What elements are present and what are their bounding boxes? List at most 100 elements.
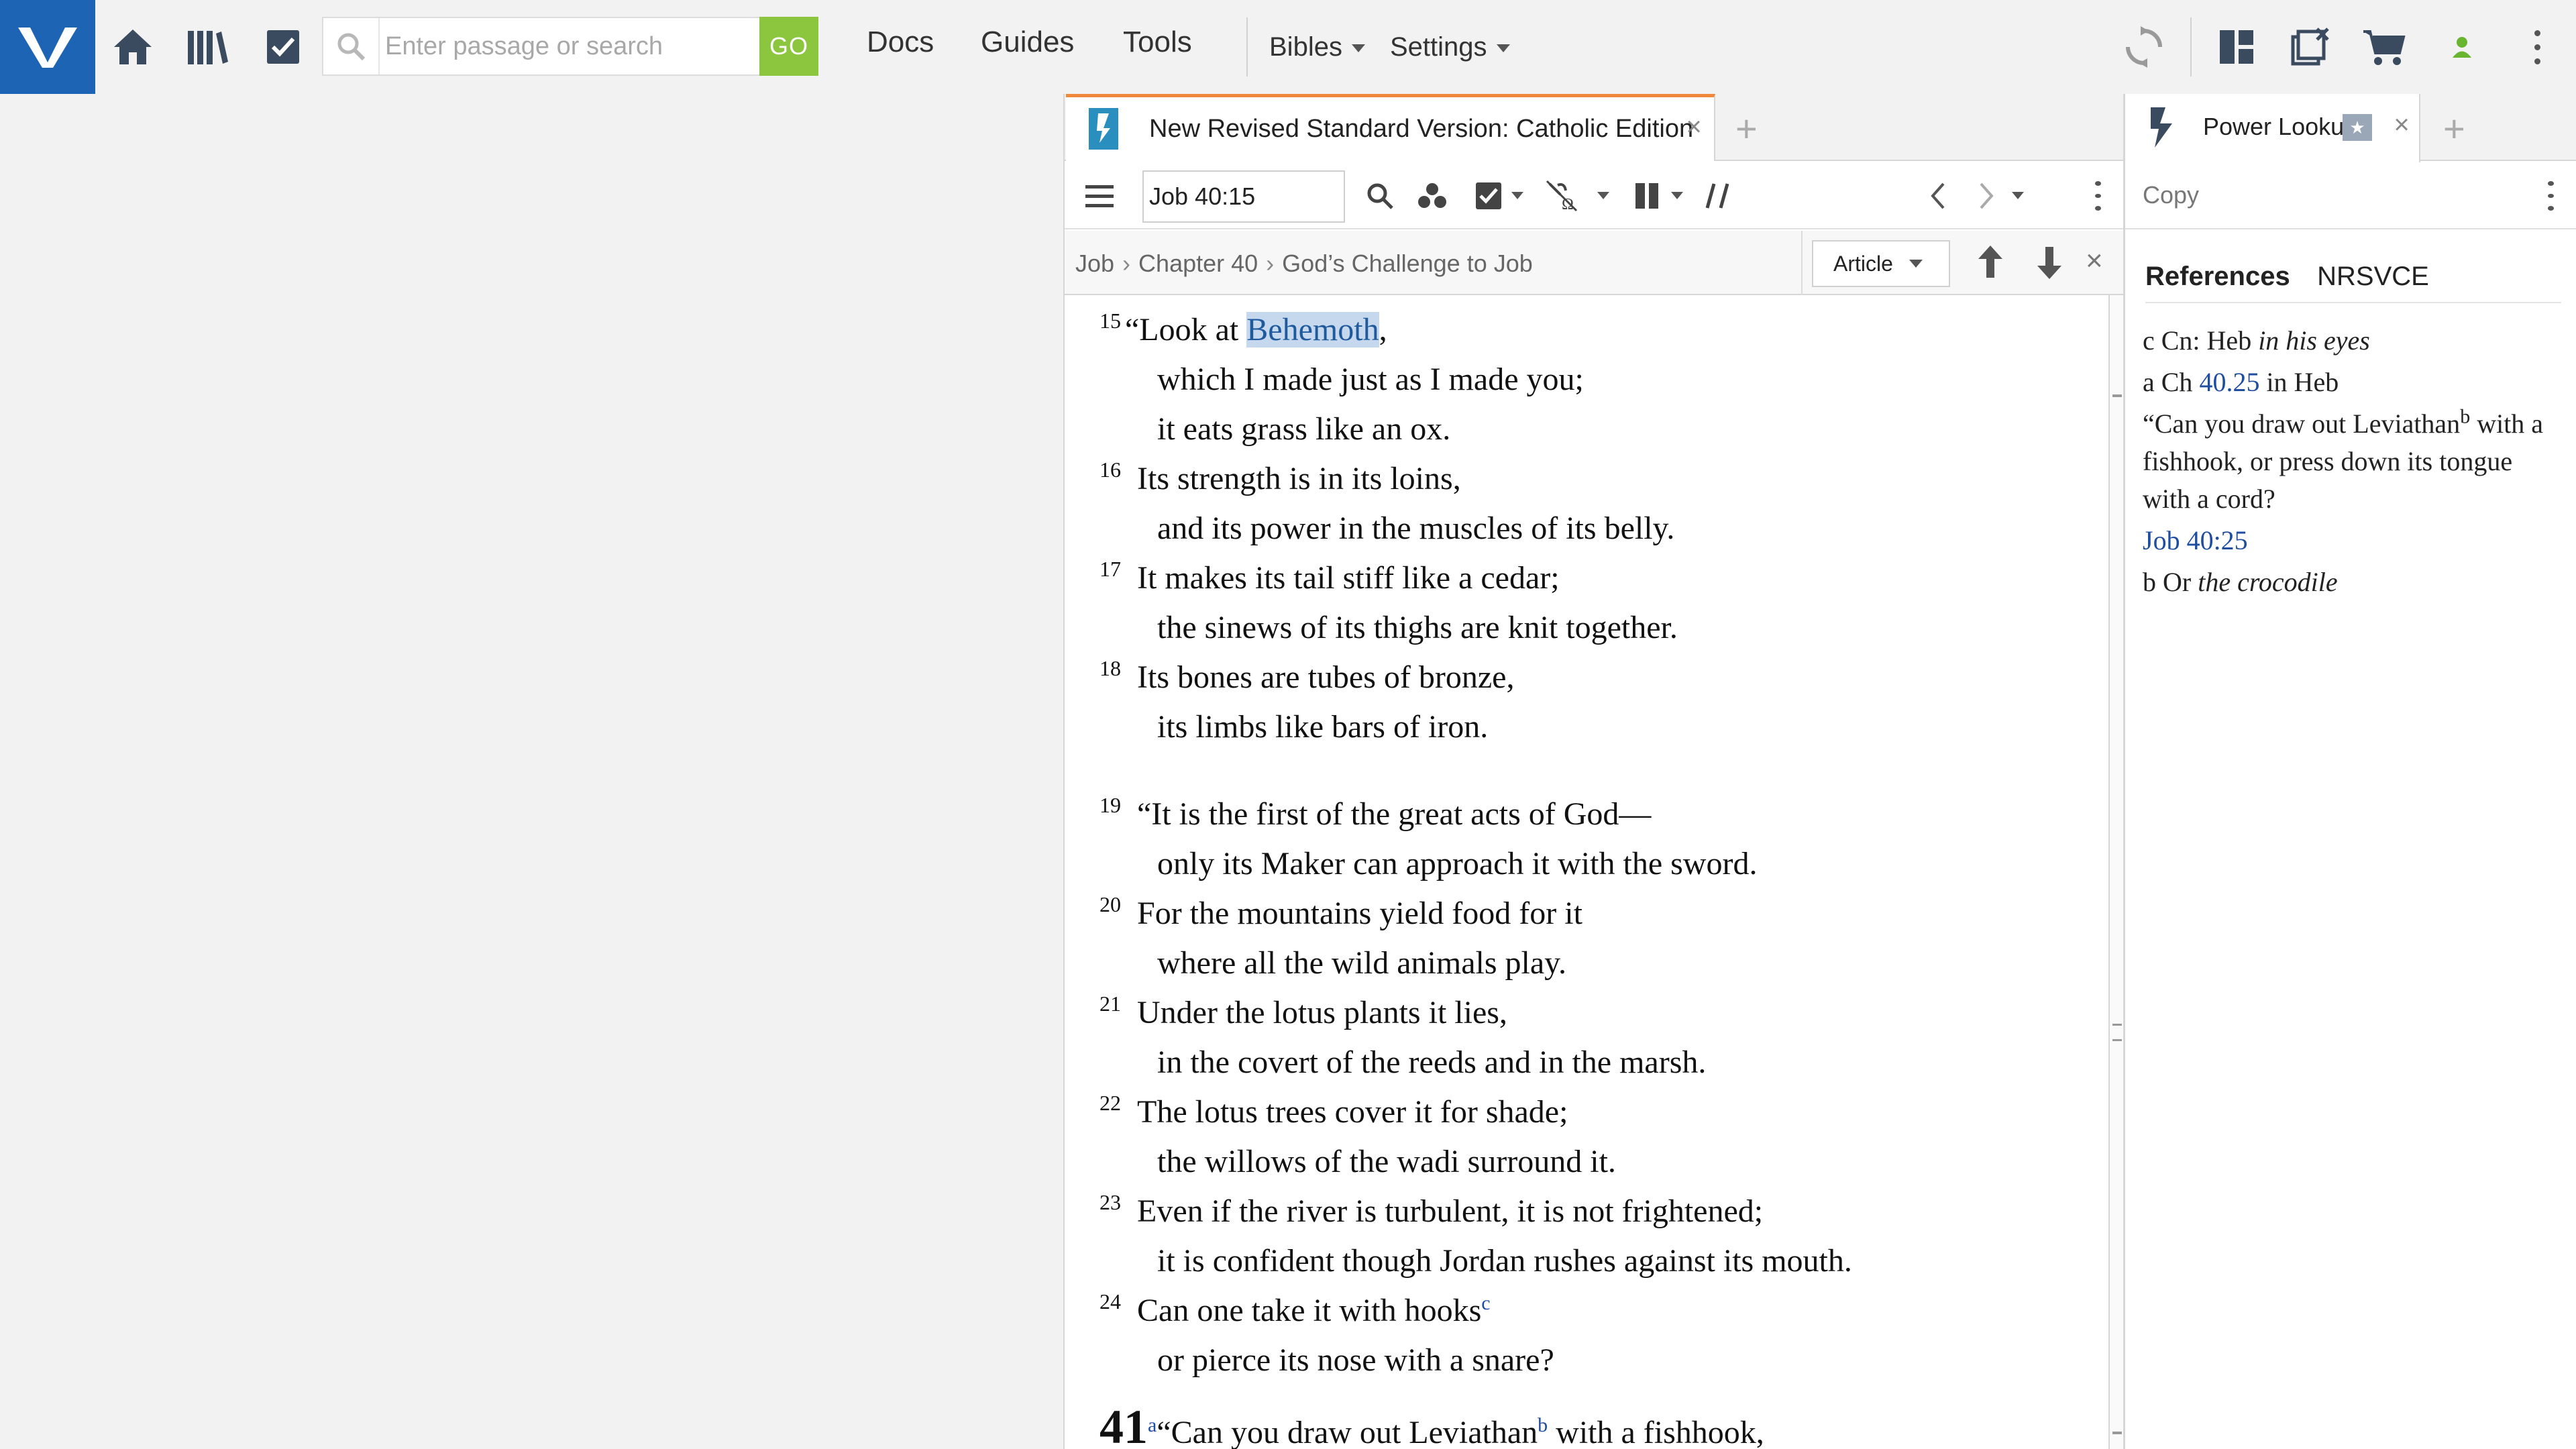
- reference-link[interactable]: Job 40:25: [2143, 525, 2248, 555]
- verse-line-indent: which I made just as I made you;: [1157, 361, 1584, 398]
- visual-filter-icon[interactable]: [1413, 177, 1451, 215]
- nav-bibles-label: Bibles: [1269, 32, 1342, 62]
- pin-icon[interactable]: ★: [2343, 114, 2372, 141]
- go-button[interactable]: GO: [759, 17, 818, 76]
- verse-text: which I made just as I made you;: [1157, 362, 1584, 397]
- parallel-resources-icon[interactable]: [1699, 177, 1737, 215]
- library-icon[interactable]: [181, 20, 235, 74]
- app-logo-icon[interactable]: [0, 0, 95, 94]
- verse-text: in the covert of the reeds and in the ma…: [1157, 1044, 1707, 1080]
- close-icon[interactable]: ×: [2086, 244, 2103, 278]
- verse-text: the willows of the wadi surround it.: [1157, 1144, 1616, 1179]
- bible-text: 15 “Look at Behemoth, which I made just as…: [1065, 295, 2108, 1449]
- verse-number[interactable]: 19: [1099, 793, 1121, 818]
- nav-tools[interactable]: Tools: [1123, 25, 1192, 59]
- columns-icon[interactable]: [1628, 177, 1666, 215]
- footnote-marker[interactable]: b: [1538, 1414, 1548, 1436]
- chevron-down-icon[interactable]: [1597, 192, 1609, 199]
- forward-icon[interactable]: [1968, 177, 2005, 215]
- note-a-link[interactable]: 40.25: [2199, 367, 2259, 397]
- panel-menu-icon[interactable]: [1081, 177, 1118, 215]
- nav-settings-label: Settings: [1390, 32, 1487, 62]
- history-dropdown-icon[interactable]: [2012, 192, 2024, 199]
- verse-text: For the mountains yield food for it: [1137, 896, 1582, 931]
- tab-nrsvce[interactable]: New Revised Standard Version: Catholic E…: [1066, 94, 1715, 162]
- nav-docs[interactable]: Docs: [867, 25, 934, 59]
- verse-number[interactable]: 21: [1099, 991, 1121, 1016]
- cart-icon[interactable]: [2357, 20, 2411, 74]
- search-icon[interactable]: [1361, 177, 1399, 215]
- lookup-heading: References NRSVCE: [2145, 262, 2561, 303]
- verse-line-indent: only its Maker can approach it with the …: [1157, 845, 1757, 882]
- more-icon[interactable]: [2079, 177, 2116, 215]
- scroll-marker: [2112, 1432, 2122, 1434]
- reading-plan-icon[interactable]: [1470, 177, 1507, 215]
- footnote-marker[interactable]: c: [1481, 1292, 1490, 1314]
- nav-guides[interactable]: Guides: [981, 25, 1074, 59]
- nav-bibles-menu[interactable]: Bibles: [1269, 32, 1365, 62]
- home-icon[interactable]: [106, 20, 160, 74]
- verse-text: Its bones are tubes of bronze,: [1137, 659, 1515, 695]
- verse-line-indent: its limbs like bars of iron.: [1157, 708, 1488, 745]
- verse-number[interactable]: 16: [1099, 458, 1121, 482]
- add-tab-icon[interactable]: +: [2443, 110, 2465, 148]
- verse-number[interactable]: 22: [1099, 1091, 1121, 1116]
- breadcrumb-chapter[interactable]: Chapter 40: [1138, 250, 1258, 277]
- scrollbar[interactable]: [2108, 295, 2125, 1449]
- verse-text: It makes its tail stiff like a cedar;: [1137, 560, 1560, 596]
- verse-text: it is confident though Jordan rushes aga…: [1157, 1243, 1852, 1279]
- chevron-down-icon[interactable]: [1671, 192, 1683, 199]
- resource-cover-icon: [1089, 108, 1118, 150]
- sync-icon[interactable]: [2117, 20, 2171, 74]
- article-select-label: Article: [1833, 251, 1893, 276]
- verse-text-rest: ,: [1379, 312, 1387, 347]
- close-icon[interactable]: ×: [1679, 112, 1709, 142]
- more-icon[interactable]: [2532, 177, 2569, 215]
- more-icon[interactable]: [2510, 20, 2564, 74]
- layouts-icon[interactable]: [2210, 20, 2263, 74]
- highlighted-word[interactable]: Behemoth: [1246, 312, 1379, 347]
- cross-reference-quote: “Can you draw out Leviathanb with a fish…: [2143, 405, 2565, 518]
- note-a-prefix: a Ch: [2143, 367, 2200, 397]
- add-tab-icon[interactable]: +: [1735, 110, 1758, 148]
- power-lookup-panel: Power Lookup ★ × + Copy References NRSVC…: [2123, 94, 2576, 1449]
- note-b: b Or the crocodile: [2143, 564, 2565, 601]
- verse-line-indent: and its power in the muscles of its bell…: [1157, 510, 1674, 547]
- breadcrumb-section[interactable]: God’s Challenge to Job: [1282, 250, 1533, 277]
- chapter-number: 41: [1099, 1400, 1148, 1449]
- checklist-icon[interactable]: [256, 20, 310, 74]
- bible-panel: New Revised Standard Version: Catholic E…: [1063, 94, 2125, 1449]
- verse-text: only its Maker can approach it with the …: [1157, 846, 1758, 881]
- nav-settings-menu[interactable]: Settings: [1390, 32, 1510, 62]
- verse-number[interactable]: 17: [1099, 557, 1121, 582]
- verse-number[interactable]: 20: [1099, 892, 1121, 917]
- note-a: a Ch 40.25 in Heb: [2143, 364, 2565, 401]
- account-icon[interactable]: [2435, 20, 2489, 74]
- reference-input[interactable]: [1142, 170, 1345, 223]
- note-a-suffix: in Heb: [2259, 367, 2339, 397]
- breadcrumb-book[interactable]: Job: [1075, 250, 1114, 277]
- close-icon[interactable]: ×: [2388, 110, 2415, 140]
- verse-number[interactable]: 15: [1099, 309, 1121, 333]
- note-c: c Cn: Heb in his eyes: [2143, 322, 2565, 360]
- interlinear-icon[interactable]: Ω: [1544, 177, 1581, 215]
- verse-number[interactable]: 23: [1099, 1190, 1121, 1215]
- scroll-thumb[interactable]: [2112, 1024, 2122, 1041]
- copy-button[interactable]: Copy: [2143, 181, 2199, 209]
- verse-text: where all the wild animals play.: [1157, 945, 1567, 981]
- references-title: References: [2145, 262, 2290, 291]
- verse-number[interactable]: 24: [1099, 1289, 1121, 1314]
- verse-text: the sinews of its thighs are knit togeth…: [1157, 610, 1678, 645]
- arrow-down-icon[interactable]: [2036, 244, 2063, 284]
- chevron-down-icon[interactable]: [1511, 192, 1523, 199]
- tab-power-lookup[interactable]: Power Lookup ★ ×: [2125, 94, 2420, 162]
- verse-number[interactable]: 18: [1099, 656, 1121, 681]
- verse-text: The lotus trees cover it for shade;: [1137, 1094, 1568, 1130]
- arrow-up-icon[interactable]: [1977, 244, 2004, 284]
- footnote-marker[interactable]: a: [1148, 1414, 1157, 1436]
- back-icon[interactable]: [1919, 177, 1957, 215]
- toolbar-divider: [2190, 17, 2192, 76]
- search-input[interactable]: [384, 25, 739, 68]
- close-all-icon[interactable]: [2284, 20, 2337, 74]
- article-select[interactable]: Article: [1812, 240, 1950, 287]
